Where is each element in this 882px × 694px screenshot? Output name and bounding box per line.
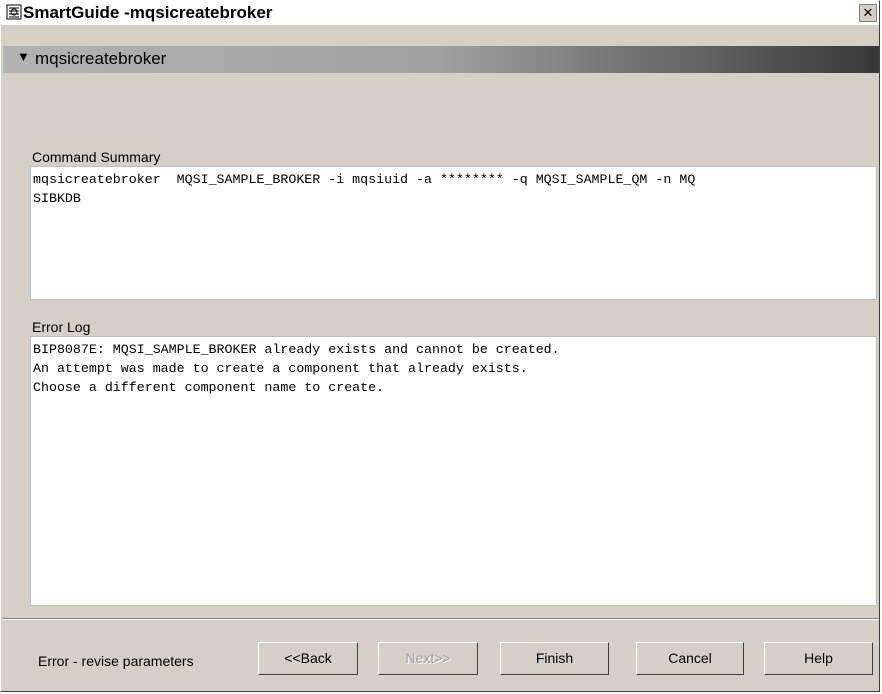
status-message: Error - revise parameters	[38, 653, 194, 669]
help-button[interactable]: Help	[764, 642, 873, 675]
smartguide-app-icon	[6, 4, 22, 20]
cancel-button-label: Cancel	[668, 650, 712, 666]
banner-title: mqsicreatebroker	[35, 49, 167, 68]
command-summary-label: Command Summary	[32, 149, 161, 165]
next-button[interactable]: Next>>	[378, 642, 478, 675]
smartguide-window: SmartGuide -mqsicreatebroker ✕ ▼ mqsicre…	[0, 0, 880, 692]
back-button[interactable]: <<Back	[258, 642, 358, 675]
banner: ▼ mqsicreatebroker	[3, 46, 879, 73]
help-button-label: Help	[804, 650, 833, 666]
triangle-down-icon[interactable]: ▼	[17, 49, 30, 64]
footer-separator	[3, 618, 879, 620]
back-button-label: <<Back	[284, 650, 332, 666]
error-log-label: Error Log	[32, 319, 91, 335]
title-bar: SmartGuide -mqsicreatebroker ✕	[1, 1, 879, 25]
close-icon[interactable]: ✕	[859, 4, 877, 22]
finish-button-label: Finish	[535, 650, 574, 666]
finish-button[interactable]: Finish	[500, 642, 609, 675]
error-log-textarea[interactable]: BIP8087E: MQSI_SAMPLE_BROKER already exi…	[30, 336, 877, 606]
command-summary-textarea[interactable]: mqsicreatebroker MQSI_SAMPLE_BROKER -i m…	[30, 166, 877, 300]
next-button-label: Next>>	[405, 650, 451, 666]
window-title: SmartGuide -mqsicreatebroker	[23, 3, 273, 22]
cancel-button[interactable]: Cancel	[636, 642, 744, 675]
